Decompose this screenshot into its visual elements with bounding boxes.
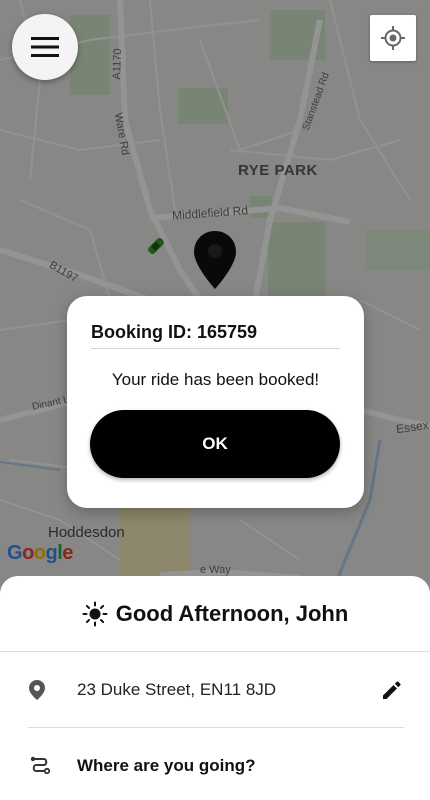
edit-address-button[interactable] (380, 678, 404, 702)
booking-id-title: Booking ID: 165759 (91, 322, 258, 342)
crosshair-icon (381, 26, 405, 50)
bottom-panel: Good Afternoon, John 23 Duke Street, EN1… (0, 576, 430, 800)
booking-message: Your ride has been booked! (111, 370, 320, 389)
pickup-address: 23 Duke Street, EN11 8JD (77, 679, 277, 699)
greeting-text: Good Afternoon, John (115, 600, 349, 626)
greeting-header: Good Afternoon, John (0, 576, 430, 652)
my-location-button[interactable] (370, 15, 416, 61)
pencil-icon (383, 680, 401, 699)
ok-button[interactable]: OK (90, 410, 340, 478)
hamburger-icon (31, 37, 59, 57)
destination-row[interactable]: Where are you going? (28, 728, 404, 800)
route-icon (30, 756, 51, 775)
menu-button[interactable] (12, 14, 78, 80)
sun-icon (82, 601, 108, 626)
pickup-address-row[interactable]: 23 Duke Street, EN11 8JD (28, 652, 404, 728)
dialog-divider (91, 348, 340, 349)
destination-prompt: Where are you going? (77, 756, 256, 775)
booking-confirmation-dialog: Booking ID: 165759 Your ride has been bo… (67, 296, 364, 508)
location-pin-icon (29, 679, 45, 700)
